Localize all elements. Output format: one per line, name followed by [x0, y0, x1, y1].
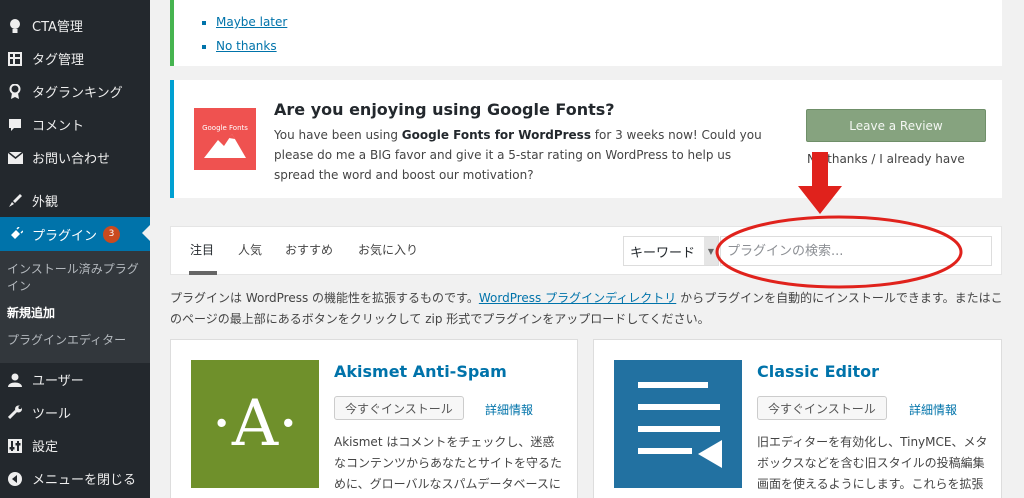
notice-title: Are you enjoying using Google Fonts?	[274, 100, 615, 119]
submenu-add-new[interactable]: 新規追加	[7, 305, 143, 322]
submenu-installed-plugins[interactable]: インストール済みプラグイン	[7, 261, 143, 295]
maybe-later-link[interactable]: Maybe later	[216, 15, 287, 29]
menu-label: タグランキング	[32, 86, 123, 101]
akismet-icon: ·A·	[191, 360, 319, 488]
google-fonts-review-notice: Google Fonts Are you enjoying using Goog…	[170, 80, 1002, 198]
feedback-notice: Maybe later No thanks	[170, 0, 1002, 66]
menu-label: 設定	[32, 440, 59, 455]
lightbulb-icon	[6, 18, 24, 34]
comment-icon	[6, 117, 24, 133]
admin-sidebar: CTA管理 タグ管理 タグランキング コメント お問い合わせ 外観 プラグイン …	[0, 0, 150, 498]
plugins-submenu: インストール済みプラグイン 新規追加 プラグインエディター	[0, 251, 150, 363]
tab-featured[interactable]: 注目	[190, 241, 214, 258]
menu-item-tools[interactable]: ツール	[0, 396, 150, 429]
menu-item-settings[interactable]: 設定	[0, 429, 150, 462]
akismet-letter: ·A·	[211, 387, 299, 461]
menu-item-tag-ranking[interactable]: タグランキング	[0, 75, 150, 108]
notice-body: You have been using Google Fonts for Wor…	[274, 125, 774, 185]
menu-label: お問い合わせ	[32, 152, 111, 167]
menu-item-appearance[interactable]: 外観	[0, 184, 150, 217]
install-now-button[interactable]: 今すぐインストール	[757, 396, 887, 420]
menu-item-contact[interactable]: お問い合わせ	[0, 141, 150, 174]
award-icon	[6, 83, 24, 100]
menu-label: メニューを閉じる	[32, 473, 137, 488]
menu-label: ユーザー	[32, 374, 84, 389]
menu-item-plugins[interactable]: プラグイン 3	[0, 217, 150, 251]
document-icon	[614, 360, 742, 488]
google-fonts-logo: Google Fonts	[194, 108, 256, 170]
settings-icon	[6, 438, 24, 454]
wrench-icon	[6, 405, 24, 421]
more-details-link[interactable]: 詳細情報	[485, 401, 533, 418]
menu-label: ツール	[32, 407, 72, 422]
tab-favorites[interactable]: お気に入り	[358, 241, 418, 258]
body-text: You have been using	[274, 128, 402, 142]
page-description: プラグインは WordPress の機能性を拡張するものです。WordPress…	[170, 288, 1006, 330]
paintbrush-icon	[6, 193, 24, 209]
menu-label: CTA管理	[32, 20, 83, 35]
tab-active-indicator	[189, 271, 217, 275]
collapse-icon	[6, 471, 24, 487]
submenu-plugin-editor[interactable]: プラグインエディター	[7, 332, 143, 349]
tab-popular[interactable]: 人気	[238, 241, 262, 258]
plugin-card-akismet: ·A· Akismet Anti-Spam 今すぐインストール 詳細情報 Aki…	[170, 339, 578, 498]
plugin-card-classic-editor: Classic Editor 今すぐインストール 詳細情報 旧エディターを有効化…	[593, 339, 1002, 498]
menu-item-cta[interactable]: CTA管理	[0, 9, 150, 42]
menu-item-comments[interactable]: コメント	[0, 108, 150, 141]
red-arrow-annotation	[798, 152, 842, 214]
install-now-button[interactable]: 今すぐインストール	[334, 396, 464, 420]
menu-label: 外観	[32, 195, 59, 210]
description-text: プラグインは WordPress の機能性を拡張するものです。	[170, 291, 479, 305]
plugin-name-link[interactable]: Classic Editor	[757, 362, 879, 381]
red-ellipse-annotation	[715, 215, 963, 289]
mail-icon	[6, 150, 24, 166]
menu-item-users[interactable]: ユーザー	[0, 363, 150, 396]
more-details-link[interactable]: 詳細情報	[909, 401, 957, 418]
menu-label: コメント	[32, 119, 85, 134]
user-icon	[6, 372, 24, 388]
table-icon	[6, 51, 24, 67]
body-plugin-name: Google Fonts for WordPress	[401, 128, 591, 142]
no-thanks-link[interactable]: No thanks	[216, 39, 277, 53]
plugin-icon	[6, 226, 24, 242]
menu-label: プラグイン	[32, 228, 98, 244]
plugin-description: Akismet はコメントをチェックし、迷惑なコンテンツからあなたとサイトを守る…	[334, 435, 563, 491]
plugin-directory-link[interactable]: WordPress プラグインディレクトリ	[479, 291, 676, 305]
menu-item-tags[interactable]: タグ管理	[0, 42, 150, 75]
plugin-description: 旧エディターを有効化し、TinyMCE、メタボックスなどを含む旧スタイルの投稿編…	[757, 435, 988, 491]
collapse-menu-button[interactable]: メニューを閉じる	[0, 462, 150, 495]
plugin-name-link[interactable]: Akismet Anti-Spam	[334, 362, 507, 381]
update-count-badge: 3	[103, 225, 121, 243]
select-value: キーワード	[630, 245, 696, 261]
search-type-select[interactable]: キーワード ▼	[623, 236, 719, 266]
leave-review-button[interactable]: Leave a Review	[806, 109, 986, 142]
tab-recommended[interactable]: おすすめ	[285, 241, 333, 258]
menu-label: タグ管理	[32, 53, 85, 68]
